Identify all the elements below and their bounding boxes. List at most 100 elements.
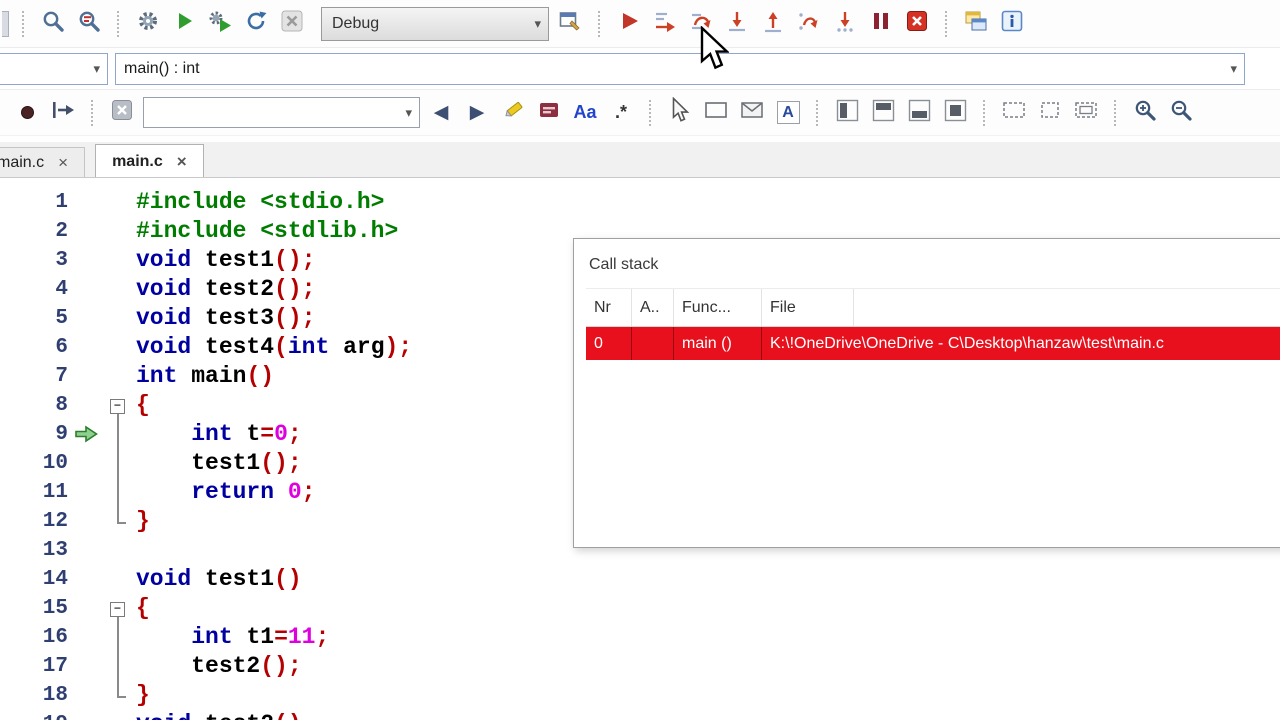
incremental-search-box[interactable]: ▾ [143, 97, 420, 128]
align-left-tool-button[interactable] [832, 95, 862, 131]
code-line-15[interactable]: { [136, 594, 1280, 623]
build-target-select[interactable]: Debug ▾ [321, 6, 549, 41]
search-input[interactable] [144, 98, 399, 127]
debugging-windows-button[interactable] [961, 6, 991, 42]
search-in-files-icon [77, 9, 101, 38]
previous-match-button[interactable]: ◀ [426, 95, 456, 131]
close-icon[interactable]: × [177, 153, 187, 170]
highlighter-icon [501, 98, 525, 127]
stop-debugger-button[interactable] [902, 6, 932, 42]
stacked-windows-icon [964, 9, 988, 38]
run-button[interactable] [169, 6, 199, 42]
frame-tool-2-button[interactable] [1035, 95, 1065, 131]
fold-cell [105, 188, 131, 217]
abort-x-icon [281, 10, 303, 37]
frame-tool-3-button[interactable] [1071, 95, 1101, 131]
envelope-icon [740, 100, 764, 125]
callstack-header-row: Nr A.. Func... File [586, 289, 1280, 327]
callstack-body: 0 main () K:\!OneDrive\OneDrive - C\Deskto… [586, 327, 1280, 360]
envelope-tool-button[interactable] [737, 95, 767, 131]
clear-search-button[interactable] [107, 95, 137, 131]
toggle-breakpoint-button[interactable] [12, 95, 42, 131]
align-center-tool-button[interactable] [940, 95, 970, 131]
build-button[interactable] [133, 6, 163, 42]
symbols-toolbar: ▾ main() : int ▾ [0, 48, 1280, 90]
align-bottom-tool-button[interactable] [904, 95, 934, 131]
callstack-column-header[interactable]: Func... [674, 289, 762, 326]
selected-only-button[interactable] [534, 95, 564, 131]
gear-icon [136, 9, 160, 38]
next-match-button[interactable]: ▶ [462, 95, 492, 131]
clear-x-icon [111, 99, 133, 126]
fold-collapse-icon[interactable]: − [110, 602, 125, 617]
find-in-files-button[interactable] [74, 6, 104, 42]
callstack-column-header[interactable]: Nr [586, 289, 632, 326]
toolbar-separator [945, 10, 948, 37]
stop-icon [906, 10, 928, 37]
code-line-1[interactable]: #include <stdio.h> [136, 188, 1280, 217]
code-line-14[interactable]: void test1() [136, 565, 1280, 594]
text-tool-button[interactable]: A [773, 95, 803, 131]
highlight-matches-button[interactable] [498, 95, 528, 131]
callstack-window[interactable]: Call stack Nr A.. Func... File 0 main () K:\!… [573, 238, 1280, 548]
align-bottom-icon [908, 99, 931, 127]
code-line-18[interactable]: } [136, 681, 1280, 710]
align-top-tool-button[interactable] [868, 95, 898, 131]
mouse-cursor [700, 26, 729, 70]
tab-label: main.c [0, 153, 45, 171]
zoom-out-button[interactable] [1166, 95, 1196, 131]
fold-start-marker[interactable]: − [105, 391, 131, 420]
next-instruction-button[interactable] [794, 6, 824, 42]
line-number: 1 [55, 191, 68, 214]
debug-continue-button[interactable] [614, 6, 644, 42]
run-to-cursor-button[interactable] [650, 6, 680, 42]
callstack-title: Call stack [589, 256, 659, 273]
fold-cell [105, 304, 131, 333]
fold-mid-marker [105, 478, 131, 507]
line-number: 8 [55, 394, 68, 417]
tab-main-c-active[interactable]: main.c × [95, 144, 204, 177]
match-case-button[interactable]: Aa [570, 95, 600, 131]
break-debugger-button[interactable] [866, 6, 896, 42]
chevron-down-icon: ▾ [93, 61, 100, 76]
pointer-tool-button[interactable] [665, 95, 695, 131]
callstack-column-header[interactable]: A.. [632, 289, 674, 326]
zoom-in-button[interactable] [1130, 95, 1160, 131]
letter-a-icon: A [776, 101, 800, 124]
toolbar-separator [22, 10, 25, 37]
fold-collapse-icon[interactable]: − [110, 399, 125, 414]
rebuild-button[interactable] [241, 6, 271, 42]
window-pencil-icon [558, 9, 582, 38]
step-into-instruction-button[interactable] [830, 6, 860, 42]
rectangle-tool-button[interactable] [701, 95, 731, 131]
close-icon[interactable]: × [58, 154, 68, 171]
fold-mid-marker [105, 652, 131, 681]
find-button[interactable] [38, 6, 68, 42]
callstack-column-header[interactable]: File [762, 289, 854, 326]
next-instruction-icon [796, 9, 822, 38]
clipped-toolbar-icon[interactable] [2, 10, 9, 37]
build-and-run-button[interactable] [205, 6, 235, 42]
fold-start-marker[interactable]: − [105, 594, 131, 623]
code-line-19[interactable]: void test2() [136, 710, 1280, 720]
goto-line-button[interactable] [48, 95, 78, 131]
code-line-16[interactable]: int t1=11; [136, 623, 1280, 652]
zoom-in-icon [1133, 98, 1157, 127]
line-number: 11 [42, 481, 68, 504]
line-number: 3 [55, 249, 68, 272]
callstack-row[interactable]: 0 main () K:\!OneDrive\OneDrive - C\Deskto… [586, 327, 1280, 360]
function-select[interactable]: main() : int ▾ [115, 53, 1245, 85]
fold-mid-marker [105, 420, 131, 449]
align-left-icon [836, 99, 859, 127]
frame-tool-1-button[interactable] [999, 95, 1029, 131]
selection-icon [538, 99, 560, 126]
step-out-button[interactable] [758, 6, 788, 42]
line-number: 4 [55, 278, 68, 301]
scope-select[interactable]: ▾ [0, 53, 108, 85]
code-line-17[interactable]: test2(); [136, 652, 1280, 681]
regex-button[interactable]: .* [606, 95, 636, 131]
tab-main-c-left[interactable]: main.c × [0, 147, 86, 177]
debug-info-button[interactable] [997, 6, 1027, 42]
target-options-button[interactable] [555, 6, 585, 42]
abort-build-button[interactable] [277, 6, 307, 42]
